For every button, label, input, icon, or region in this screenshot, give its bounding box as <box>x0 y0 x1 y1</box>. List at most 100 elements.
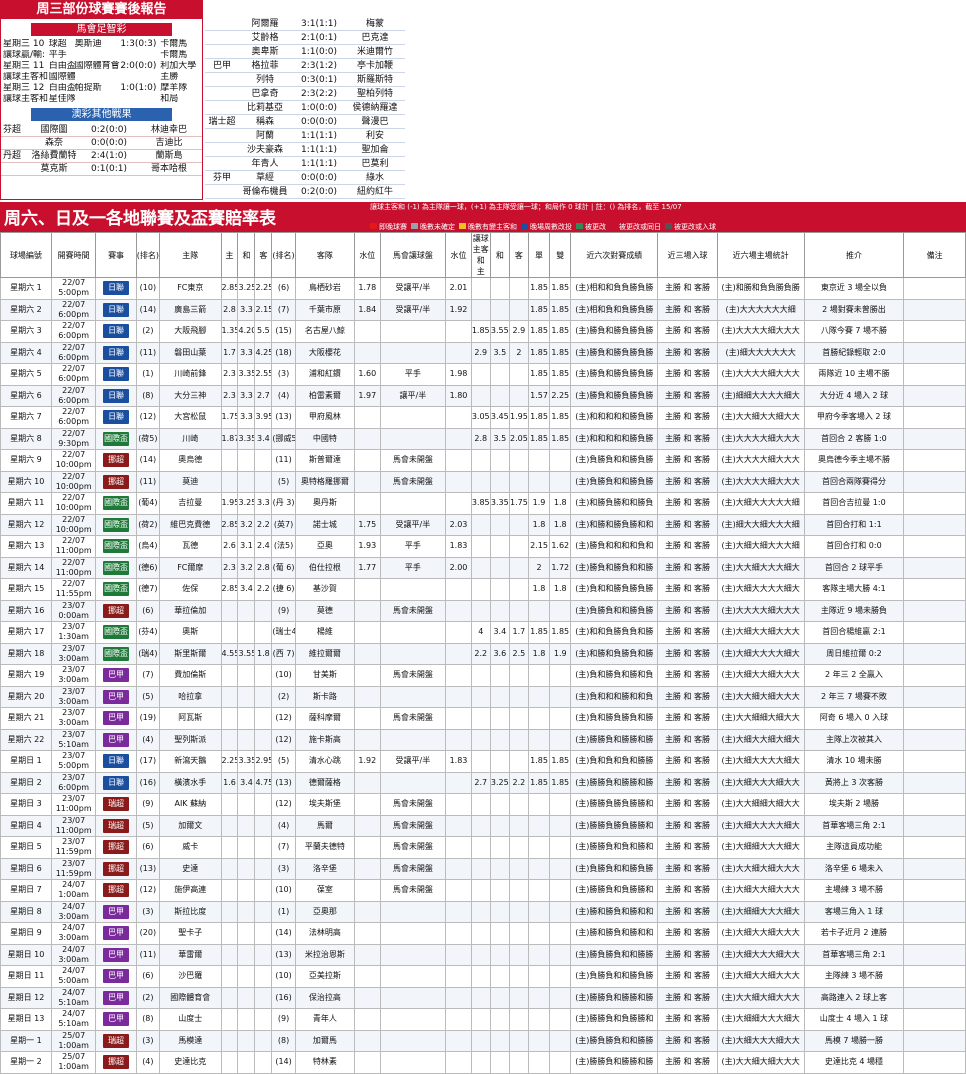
last6-home: (主)大大細大細大大大 <box>716 986 805 1009</box>
handicap-water-away <box>445 943 472 966</box>
hcp-away <box>508 470 529 493</box>
fixture-row: 星期日 1 23/07 5:00pm 日聯 (17) 新瀉天鵝 2.25 3.35 2.95 (5… <box>0 750 966 773</box>
handicap-water-home <box>354 707 381 730</box>
away-team: 伯仕拉根 <box>294 556 356 579</box>
result-cell: 2:1(0:1) <box>301 33 337 43</box>
result-cell: 國際體育會 [-1] <box>48 72 75 82</box>
odds-away: 2.8 <box>254 556 273 579</box>
handicap-water-home <box>354 943 381 966</box>
odds-draw: 4.20 <box>237 320 256 343</box>
fixture-row: 星期六 10 22/07 10:00pm 挪超 (11) 莫迪 (5) 奧特格羅挪爾 馬會未開盤… <box>0 470 966 493</box>
legend-label: 晚場周數改投 <box>530 223 572 231</box>
hcp-home <box>470 277 491 300</box>
last3-goals: 主勝 和 客勝 <box>657 900 718 923</box>
kickoff-date: 22/07 <box>62 493 86 503</box>
hkjc-results: 星期三 10 球超 奧斯迪 1:3(0:3) 卡爾馬 讓球贏/輸: 平手 卡爾馬 星期三 11 白… <box>1 36 202 105</box>
away-team: 奧特格羅挪爾 <box>294 470 356 493</box>
legend-swatch <box>610 223 617 229</box>
remark <box>903 943 966 966</box>
odds-away <box>254 1008 273 1031</box>
result-cell: 巴拿奇 <box>251 89 279 99</box>
league-cell: 日聯 <box>95 771 137 794</box>
away-rank: (丹 3) <box>271 492 296 515</box>
away-team: 維拉爾爾 <box>294 642 356 665</box>
kickoff-hour: 6:00pm <box>58 417 90 427</box>
last6-home: (主)大大細細大細大大 <box>716 793 805 816</box>
odds-away <box>254 814 273 837</box>
home-team: 維巴克費德 <box>159 513 222 536</box>
tip: 史達比克 4 場穩 <box>803 1051 905 1074</box>
last3-goals: 主勝 和 客勝 <box>657 728 718 751</box>
odd-price <box>527 836 551 859</box>
hcp-home <box>470 363 491 386</box>
handicap-water-home <box>354 578 381 601</box>
handicap-water-home: 1.78 <box>354 277 381 300</box>
odds-home: 2.85 <box>220 513 239 536</box>
home-team: AIK 蘇納 <box>159 793 222 816</box>
match-code: 星期六 2 <box>0 298 52 321</box>
kickoff-hour: 10:00pm <box>55 460 92 470</box>
hcp-away <box>508 384 529 407</box>
hcp-draw <box>489 277 510 300</box>
hcp-away <box>508 578 529 601</box>
home-team: 哈拉拿 <box>159 685 222 708</box>
kickoff-time: 25/07 1:00am <box>50 1029 97 1052</box>
legend-label: 即晚球賽 <box>379 223 407 231</box>
match-code: 星期六 8 <box>0 427 52 450</box>
away-team: 甘美斯 <box>294 664 356 687</box>
match-code: 星期日 10 <box>0 943 52 966</box>
handicap-line <box>379 492 447 515</box>
result-cell <box>75 72 121 83</box>
result-line: 讓球主客和:國際體育會 [-1] 主勝 <box>1 72 202 83</box>
hcp-draw <box>489 298 510 321</box>
away-team: 青年人 <box>294 1008 356 1031</box>
league-cell: 日聯 <box>95 750 137 773</box>
hcp-home <box>470 750 491 773</box>
match-code: 星期六 1 <box>0 277 52 300</box>
column-header: (排名) <box>135 232 161 278</box>
last3-goals: 主勝 和 客勝 <box>657 879 718 902</box>
handicap-line <box>379 1008 447 1031</box>
league-cell: 日聯 <box>95 298 137 321</box>
hcp-home <box>470 664 491 687</box>
away-team: 楊維 <box>294 621 356 644</box>
kickoff-hour: 10:00pm <box>55 524 92 534</box>
odds-home: 2.85 <box>220 277 239 300</box>
home-team: 磐田山葉 <box>159 341 222 364</box>
fixture-row: 星期日 13 24/07 5:10am 巴甲 (8) 山度士 (9) 青年人 (主)勝勝負和負勝… <box>0 1008 966 1031</box>
fixture-row: 星期六 7 22/07 6:00pm 日聯 (12) 大宮松鼠 1.75 3.3 3.95 (13… <box>0 406 966 429</box>
result-cell: 白由盃 <box>48 61 75 71</box>
last3-goals: 主勝 和 客勝 <box>657 1051 718 1074</box>
away-team: 馬爾 <box>294 814 356 837</box>
handicap-line <box>379 341 447 364</box>
result-cell: 星期三 11 <box>3 61 45 71</box>
last6-home: (主)大細細大大大細大 <box>716 900 805 923</box>
away-rank: (10) <box>271 965 296 988</box>
last6-home: (主)大大細大細大大大 <box>716 685 805 708</box>
home-rank: (14) <box>135 298 161 321</box>
result-cell: 2:4(1:0) <box>91 151 127 161</box>
league-cell: 日聯 <box>95 320 137 343</box>
odd-price: 1.85 <box>527 298 551 321</box>
odds-home <box>220 1008 239 1031</box>
away-rank: (10) <box>271 879 296 902</box>
result-cell: 和局 <box>160 94 179 104</box>
hcp-draw: 3.4 <box>489 621 510 644</box>
odds-draw: 3.25 <box>237 277 256 300</box>
result-cell: 蘭斯島 <box>155 151 183 161</box>
league-cell: 巴甲 <box>95 664 137 687</box>
home-rank: (7) <box>135 664 161 687</box>
away-team: 中國特 <box>294 427 356 450</box>
odds-home <box>220 685 239 708</box>
even-price: 1.8 <box>549 513 572 536</box>
last3-goals: 主勝 和 客勝 <box>657 685 718 708</box>
odd-price <box>527 1051 551 1074</box>
match-code: 星期六 3 <box>0 320 52 343</box>
last6-home: (主)細大大大大大大 <box>716 341 805 364</box>
league-label <box>3 163 29 175</box>
head-to-head: (主)負和勝負和勝和負 <box>570 664 659 687</box>
kickoff-hour: 11:00pm <box>55 567 92 577</box>
column-header: (排名) <box>271 232 296 278</box>
handicap-line: 受讓平/半 <box>379 277 447 300</box>
kickoff-hour: 10:00pm <box>55 503 92 513</box>
